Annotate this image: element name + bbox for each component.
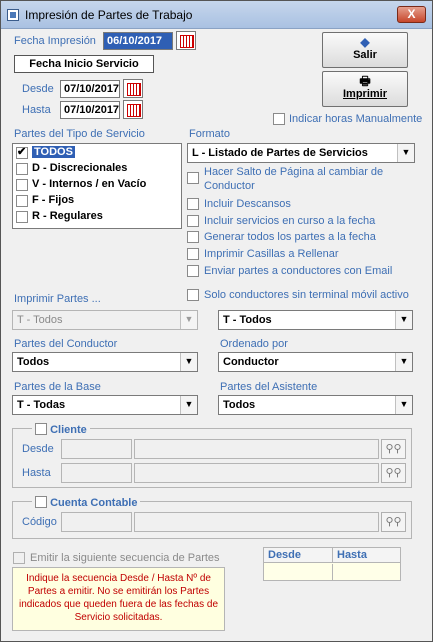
printer-icon: 🖶 (359, 74, 371, 88)
imprimir-partes-select[interactable]: T - Todos ▼ (12, 310, 198, 330)
salto-pagina-label: Hacer Salto de Página al cambiar de (204, 166, 384, 178)
incluir-descansos-checkbox[interactable] (187, 198, 199, 210)
calendar-icon[interactable] (123, 79, 143, 98)
salto-pagina-label-2: Conductor (204, 180, 255, 192)
cuenta-code[interactable] (61, 512, 132, 532)
cliente-desde-name[interactable] (134, 439, 379, 459)
secuencia-table: Desde Hasta (263, 547, 401, 581)
chevron-down-icon: ▼ (180, 396, 197, 414)
list-item[interactable]: F - Fijos (15, 193, 179, 209)
list-item[interactable]: R - Regulares (15, 209, 179, 225)
desde-date-input[interactable]: 07/10/2017 (60, 80, 120, 98)
list-item[interactable]: TODOS (15, 145, 179, 161)
incluir-en-curso-label: Incluir servicios en curso a la fecha (204, 215, 376, 227)
salto-pagina-checkbox[interactable] (187, 172, 199, 184)
tipo-servicio-label: Partes del Tipo de Servicio (14, 128, 145, 140)
cliente-checkbox[interactable] (35, 423, 47, 435)
formato-label: Formato (189, 128, 230, 140)
partes-conductor-select[interactable]: Todos ▼ (12, 352, 198, 372)
generar-todos-checkbox[interactable] (187, 231, 199, 243)
imprimir-casillas-checkbox[interactable] (187, 248, 199, 260)
codigo-label: Código (22, 516, 57, 528)
fecha-impresion-input[interactable]: 06/10/2017 (103, 32, 173, 50)
formato-select[interactable]: L - Listado de Partes de Servicios ▼ (187, 143, 415, 163)
generar-todos-label: Generar todos los partes a la fecha (204, 231, 376, 243)
desde-label: Desde (22, 83, 54, 95)
calendar-icon[interactable] (123, 100, 143, 119)
cliente-desde-label: Desde (22, 443, 54, 455)
hasta-label: Hasta (22, 104, 51, 116)
cliente-desde-code[interactable] (61, 439, 132, 459)
calendar-icon[interactable] (176, 31, 196, 50)
list-item-checkbox[interactable] (16, 211, 28, 223)
col-hasta-header: Hasta (333, 548, 400, 563)
fecha-inicio-header: Fecha Inicio Servicio (14, 55, 154, 73)
cuenta-name[interactable] (134, 512, 379, 532)
chevron-down-icon: ▼ (395, 396, 412, 414)
imprimir-casillas-label: Imprimir Casillas a Rellenar (204, 248, 339, 260)
ordenado-por-label: Ordenado por (220, 338, 288, 350)
secuencia-note: Indique la secuencia Desde / Hasta Nº de… (12, 567, 225, 631)
imprimir-button[interactable]: 🖶 Imprimir (322, 71, 408, 107)
imprimir-partes-tipo-select[interactable]: T - Todos ▼ (218, 310, 413, 330)
print-dialog: Impresión de Partes de Trabajo X Fecha I… (0, 0, 433, 642)
exit-icon: ◆ (360, 35, 370, 49)
cliente-hasta-name[interactable] (134, 463, 379, 483)
enviar-email-checkbox[interactable] (187, 265, 199, 277)
binoculars-icon[interactable]: ⚲⚲ (381, 512, 406, 532)
partes-asistente-label: Partes del Asistente (220, 381, 318, 393)
cliente-group-header: Cliente (32, 421, 90, 436)
binoculars-icon[interactable]: ⚲⚲ (381, 463, 406, 483)
incluir-descansos-label: Incluir Descansos (204, 198, 291, 210)
seq-desde-cell[interactable] (264, 564, 333, 580)
indicar-horas-label: Indicar horas Manualmente (289, 113, 423, 125)
fecha-impresion-label: Fecha Impresión (14, 35, 96, 47)
chevron-down-icon: ▼ (395, 353, 412, 371)
list-item-checkbox[interactable] (16, 179, 28, 191)
partes-base-label: Partes de la Base (14, 381, 101, 393)
partes-base-select[interactable]: T - Todas ▼ (12, 395, 198, 415)
ordenado-por-select[interactable]: Conductor ▼ (218, 352, 413, 372)
list-item-checkbox[interactable] (16, 195, 28, 207)
secuencia-label: Emitir la siguiente secuencia de Partes (30, 552, 220, 564)
list-item-checkbox[interactable] (16, 163, 28, 175)
secuencia-checkbox[interactable] (13, 552, 25, 564)
sin-terminal-checkbox[interactable] (187, 289, 199, 301)
chevron-down-icon: ▼ (395, 311, 412, 329)
cliente-hasta-code[interactable] (61, 463, 132, 483)
window-title: Impresión de Partes de Trabajo (25, 8, 193, 22)
hasta-date-input[interactable]: 07/10/2017 (60, 101, 120, 119)
window-icon (7, 9, 19, 21)
title-bar: Impresión de Partes de Trabajo X (1, 1, 432, 29)
list-item-checkbox[interactable] (16, 145, 28, 159)
list-item[interactable]: D - Discrecionales (15, 161, 179, 177)
cuenta-group-header: Cuenta Contable (32, 494, 141, 509)
imprimir-partes-label: Imprimir Partes ... (14, 293, 101, 305)
chevron-down-icon: ▼ (180, 311, 197, 329)
sin-terminal-label: Solo conductores sin terminal móvil acti… (204, 289, 409, 301)
incluir-en-curso-checkbox[interactable] (187, 215, 199, 227)
chevron-down-icon: ▼ (397, 144, 414, 162)
cuenta-checkbox[interactable] (35, 496, 47, 508)
list-item[interactable]: V - Internos / en Vacío (15, 177, 179, 193)
close-button[interactable]: X (397, 6, 426, 23)
partes-asistente-select[interactable]: Todos ▼ (218, 395, 413, 415)
chevron-down-icon: ▼ (180, 353, 197, 371)
enviar-email-label: Enviar partes a conductores con Email (204, 265, 393, 277)
partes-conductor-label: Partes del Conductor (14, 338, 118, 350)
seq-hasta-cell[interactable] (333, 564, 400, 580)
tipo-servicio-list: TODOS D - Discrecionales V - Internos / … (12, 143, 182, 229)
binoculars-icon[interactable]: ⚲⚲ (381, 439, 406, 459)
salir-button[interactable]: ◆ Salir (322, 32, 408, 68)
cliente-hasta-label: Hasta (22, 467, 51, 479)
indicar-horas-checkbox[interactable] (273, 113, 285, 125)
col-desde-header: Desde (264, 548, 333, 563)
